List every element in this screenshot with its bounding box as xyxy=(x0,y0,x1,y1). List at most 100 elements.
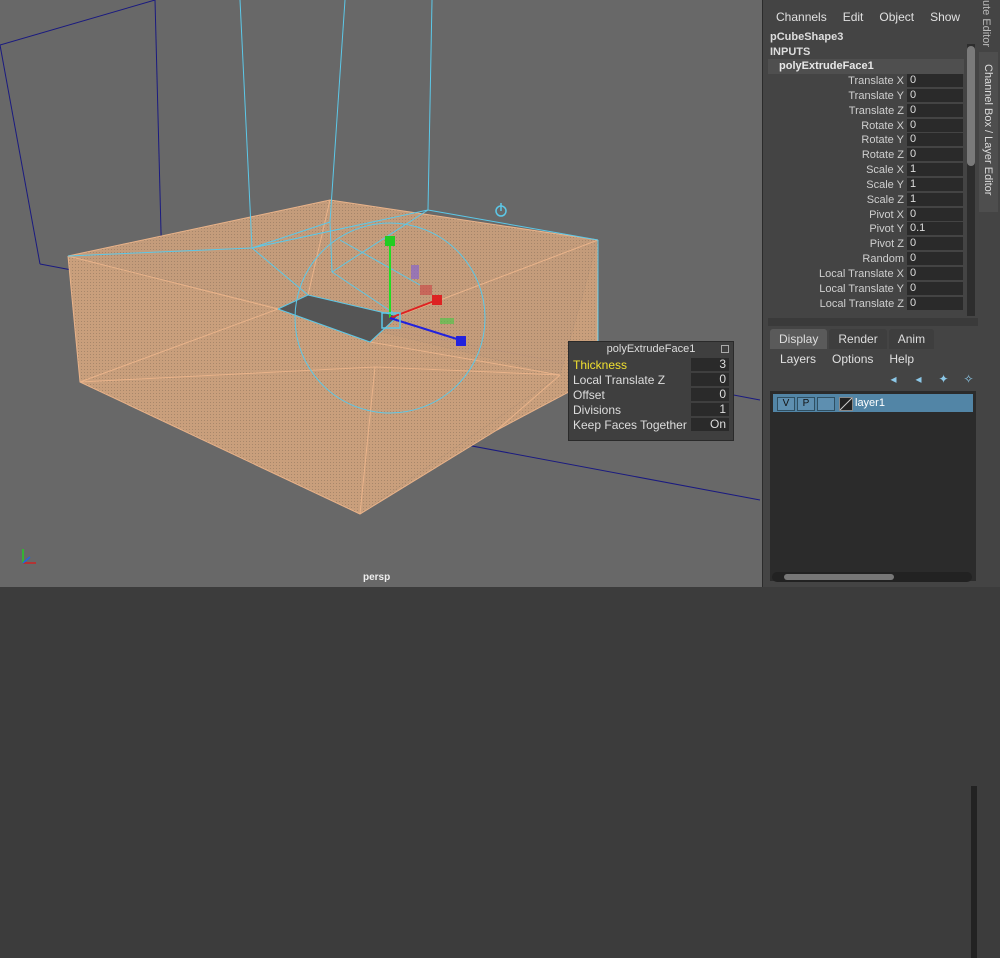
channel-value[interactable]: 1 xyxy=(907,192,963,206)
channel-label: Random xyxy=(862,253,904,266)
hud-row-offset[interactable]: Offset 0 xyxy=(573,388,729,402)
channel-row[interactable]: Random 0 xyxy=(768,252,964,267)
scene-canvas xyxy=(0,0,761,515)
layer-row[interactable]: V P layer1 xyxy=(773,394,973,412)
channel-value[interactable]: 0 xyxy=(907,237,963,251)
layer-display-type-toggle[interactable] xyxy=(817,397,835,411)
grid-line xyxy=(0,0,156,46)
manip-plane-z xyxy=(440,318,454,324)
hud-value[interactable]: 0 xyxy=(691,373,729,386)
channel-value[interactable]: 0 xyxy=(907,103,963,117)
move-layer-down-icon[interactable]: ◂ xyxy=(911,372,926,386)
new-layer-icon[interactable]: ✦ xyxy=(936,372,951,386)
channel-row[interactable]: Translate X0 xyxy=(768,74,964,89)
channel-row[interactable]: Rotate X0 xyxy=(768,118,964,134)
channel-value[interactable]: 0 xyxy=(907,148,963,162)
menu-show[interactable]: Show xyxy=(922,10,968,24)
scrollbar-thumb[interactable] xyxy=(967,46,975,166)
menu-layers[interactable]: Layers xyxy=(772,352,824,366)
layer-toolbar: ◂ ◂ ✦ ✧ xyxy=(886,372,976,386)
channel-label: Rotate Y xyxy=(861,134,904,147)
viewport-3d[interactable]: persp polyExtrudeFace1 Thickness 3 Local… xyxy=(0,0,762,587)
hud-row-thickness[interactable]: Thickness 3 xyxy=(573,358,729,372)
channel-value[interactable]: 0 xyxy=(907,74,963,87)
object-name[interactable]: pCubeShape3 xyxy=(770,31,843,43)
pivot-icon[interactable] xyxy=(494,201,508,217)
channel-row[interactable]: Pivot Y 0.1 xyxy=(768,222,964,237)
channel-list: Translate X0 Translate Y0 Translate Z0 R… xyxy=(768,74,964,312)
channel-box-menu: Channels Edit Object Show xyxy=(768,10,968,24)
channel-label: Rotate Z xyxy=(861,149,904,162)
channel-value[interactable]: 0 xyxy=(907,296,963,310)
channel-label: Pivot X xyxy=(869,208,904,221)
channel-label: Local Translate X xyxy=(819,267,904,280)
hud-row-local-translate-z[interactable]: Local Translate Z 0 xyxy=(573,373,729,387)
manip-z-handle xyxy=(456,336,466,346)
channel-value[interactable]: 1 xyxy=(907,177,963,191)
channel-value[interactable]: 0 xyxy=(907,88,963,102)
channel-row[interactable]: Scale Y1 xyxy=(768,177,964,193)
tab-display[interactable]: Display xyxy=(770,329,828,349)
manip-x-handle xyxy=(432,295,442,305)
node-header[interactable]: polyExtrudeFace1 xyxy=(768,59,964,74)
layer-name: layer1 xyxy=(855,397,885,409)
layer-playback-toggle[interactable]: P xyxy=(797,397,815,411)
channel-box-scrollbar[interactable] xyxy=(967,44,975,316)
extrude-hud: polyExtrudeFace1 Thickness 3 Local Trans… xyxy=(568,341,734,441)
new-layer-from-selection-icon[interactable]: ✧ xyxy=(961,372,976,386)
channel-row[interactable]: Local Translate Y0 xyxy=(768,281,964,297)
hud-label: Keep Faces Together xyxy=(573,418,687,432)
channel-row[interactable]: Rotate Z0 xyxy=(768,148,964,163)
panel-splitter[interactable] xyxy=(768,318,978,326)
hud-row-keep-faces-together[interactable]: Keep Faces Together On xyxy=(573,418,729,432)
channel-row[interactable]: Local Translate Z0 xyxy=(768,296,964,312)
channel-value[interactable]: 0 xyxy=(907,252,963,266)
attribute-editor-tab[interactable]: ute Editor xyxy=(980,0,992,47)
hud-row-divisions[interactable]: Divisions 1 xyxy=(573,403,729,417)
menu-edit[interactable]: Edit xyxy=(835,10,872,24)
hud-value[interactable]: 3 xyxy=(691,358,729,371)
scrollbar-thumb[interactable] xyxy=(784,574,894,580)
channel-box-layer-editor-tab[interactable]: Channel Box / Layer Editor xyxy=(979,52,998,212)
hud-label: Local Translate Z xyxy=(573,373,666,387)
channel-label: Translate Y xyxy=(848,89,904,102)
channel-value[interactable]: 0.1 xyxy=(907,222,963,236)
channel-row[interactable]: Pivot Z0 xyxy=(768,237,964,252)
channel-row[interactable]: Pivot X0 xyxy=(768,207,964,223)
channel-label: Scale X xyxy=(866,164,904,177)
channel-label: Scale Y xyxy=(866,178,904,191)
menu-help[interactable]: Help xyxy=(881,352,922,366)
channel-value[interactable]: 0 xyxy=(907,118,963,132)
hud-close-icon[interactable] xyxy=(721,345,729,353)
menu-object[interactable]: Object xyxy=(871,10,922,24)
move-layer-up-icon[interactable]: ◂ xyxy=(886,372,901,386)
layer-visibility-toggle[interactable]: V xyxy=(777,397,795,411)
hud-value[interactable]: 1 xyxy=(691,403,729,416)
channel-value[interactable]: 0 xyxy=(907,133,963,147)
layer-list-vertical-scrollbar[interactable] xyxy=(971,786,977,958)
channel-value[interactable]: 0 xyxy=(907,207,963,221)
channel-value[interactable]: 0 xyxy=(907,281,963,295)
menu-options[interactable]: Options xyxy=(824,352,881,366)
hud-value[interactable]: 0 xyxy=(691,388,729,401)
channel-value[interactable]: 1 xyxy=(907,163,963,177)
channel-label: Pivot Y xyxy=(869,223,904,236)
channel-row[interactable]: Translate Z0 xyxy=(768,103,964,119)
tab-render[interactable]: Render xyxy=(829,329,887,349)
manip-plane-x xyxy=(420,285,432,295)
node-name: polyExtrudeFace1 xyxy=(779,60,874,72)
layer-color-swatch[interactable] xyxy=(839,397,853,411)
tab-anim[interactable]: Anim xyxy=(888,329,935,349)
channel-row[interactable]: Scale Z1 xyxy=(768,192,964,208)
menu-channels[interactable]: Channels xyxy=(768,10,835,24)
channel-row[interactable]: Rotate Y0 xyxy=(768,133,964,148)
layer-list: V P layer1 xyxy=(770,391,977,958)
channel-row[interactable]: Translate Y0 xyxy=(768,88,964,104)
channel-label: Scale Z xyxy=(866,193,904,206)
layer-list-horizontal-scrollbar[interactable] xyxy=(772,572,972,582)
channel-label: Local Translate Z xyxy=(819,297,904,310)
channel-row[interactable]: Scale X1 xyxy=(768,163,964,178)
channel-row[interactable]: Local Translate X0 xyxy=(768,266,964,282)
hud-value[interactable]: On xyxy=(691,418,729,431)
channel-value[interactable]: 0 xyxy=(907,266,963,280)
